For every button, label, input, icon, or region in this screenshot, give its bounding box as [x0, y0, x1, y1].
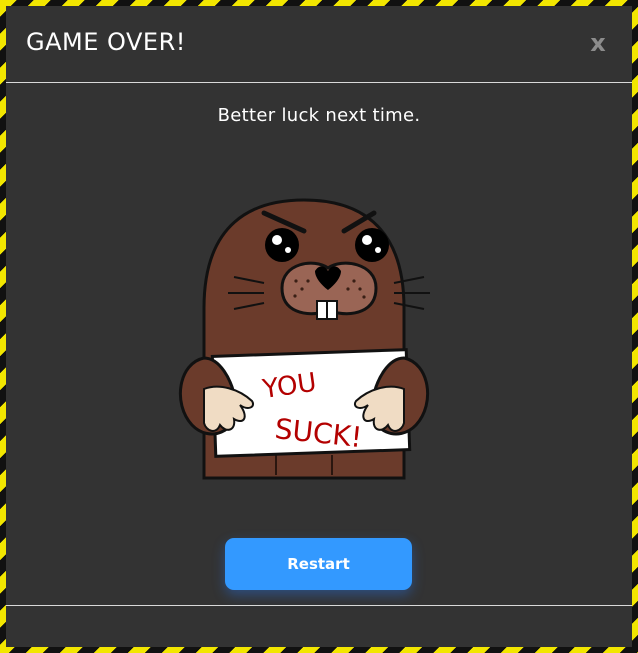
- restart-button[interactable]: Restart: [225, 538, 412, 590]
- modal-title: GAME OVER!: [26, 28, 186, 56]
- close-button[interactable]: x: [586, 28, 610, 58]
- game-over-message: Better luck next time.: [217, 105, 421, 126]
- mole-holding-sign-illustration: YOU SUCK!: [178, 198, 430, 480]
- modal-header: GAME OVER! x: [6, 6, 632, 83]
- modal-footer: [6, 605, 632, 647]
- modal-body: Better luck next time. YOU SUCK! Restart: [6, 83, 632, 605]
- game-over-modal: GAME OVER! x Better luck next time. YOU …: [6, 6, 632, 647]
